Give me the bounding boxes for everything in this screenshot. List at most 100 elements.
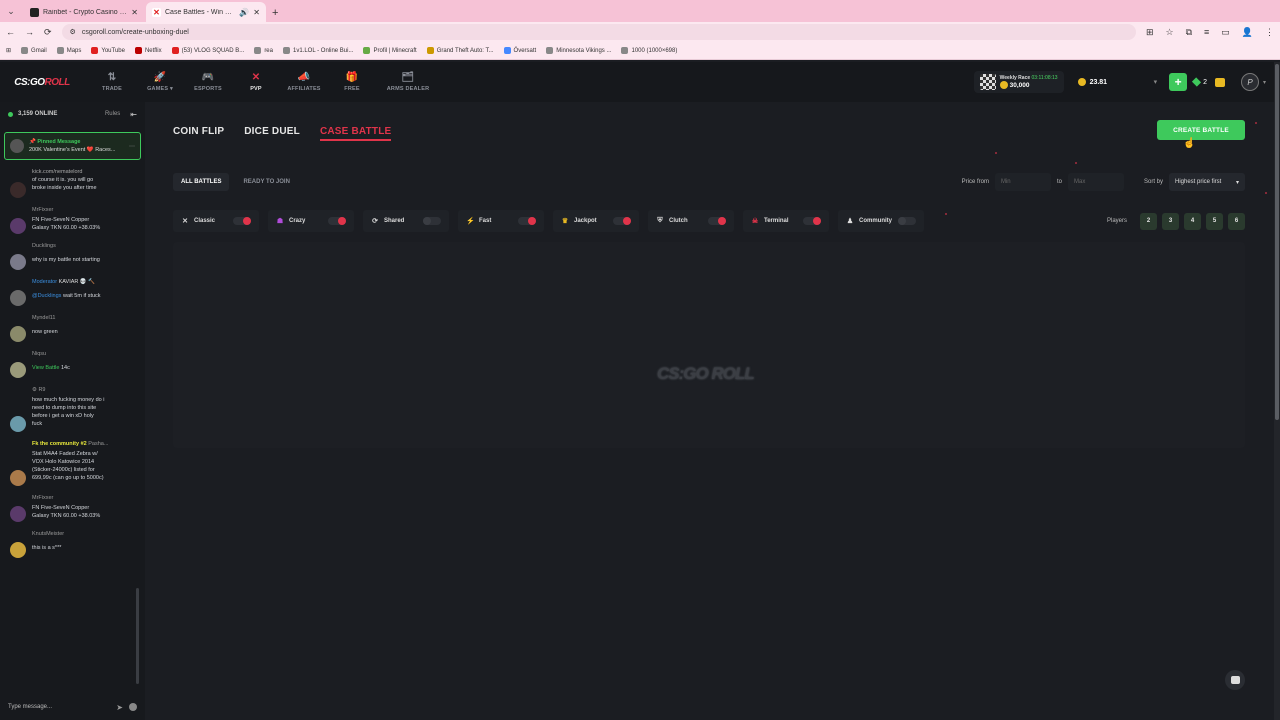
bookmark-item[interactable]: 1v1.LOL - Online Bui... bbox=[282, 47, 353, 54]
bookmark-star-icon[interactable]: ☆ bbox=[1165, 27, 1173, 38]
classic-toggle[interactable] bbox=[233, 217, 251, 225]
players-3-button[interactable]: 3 bbox=[1162, 212, 1179, 230]
players-6-button[interactable]: 6 bbox=[1228, 212, 1245, 230]
collapse-chat-icon[interactable]: ⇤ bbox=[130, 110, 137, 119]
browser-menu-icon[interactable]: ⋮ bbox=[1265, 27, 1274, 38]
reload-icon[interactable]: ⟳ bbox=[44, 27, 52, 38]
chevron-down-icon[interactable]: ▾ bbox=[1154, 78, 1158, 86]
filter-all-battles[interactable]: ALL BATTLES bbox=[173, 173, 230, 191]
chat-scrollbar[interactable] bbox=[136, 588, 139, 684]
nav-trade[interactable]: ⇅ TRADE bbox=[88, 72, 136, 92]
mode-jackpot[interactable]: ♛ Jackpot bbox=[553, 210, 639, 232]
players-4-button[interactable]: 4 bbox=[1184, 212, 1201, 230]
nav-affiliates[interactable]: 📣 AFFILIATES bbox=[280, 72, 328, 92]
bookmark-item[interactable]: YouTube bbox=[91, 47, 125, 54]
gems-display[interactable]: 2 bbox=[1191, 77, 1207, 87]
mode-terminal[interactable]: ☠ Terminal bbox=[743, 210, 829, 232]
bookmark-item[interactable]: Maps bbox=[56, 47, 81, 54]
mode-community[interactable]: ♟ Community bbox=[838, 210, 924, 232]
bookmark-item[interactable]: Gmail bbox=[21, 47, 47, 54]
new-tab-button[interactable]: + bbox=[266, 7, 286, 22]
site-info-icon[interactable]: ⚙ bbox=[70, 28, 76, 36]
jackpot-toggle[interactable] bbox=[613, 217, 631, 225]
rewards-chest-icon[interactable] bbox=[1214, 77, 1225, 87]
mode-shared[interactable]: ⟳ Shared bbox=[363, 210, 449, 232]
price-max-input[interactable]: Max bbox=[1067, 173, 1124, 191]
chat-input[interactable]: Type message... ➤ bbox=[0, 694, 145, 720]
mode-crazy[interactable]: ☗ Crazy bbox=[268, 210, 354, 232]
nav-free[interactable]: 🎁 FREE bbox=[328, 72, 376, 92]
chat-username[interactable]: KnutsMeister bbox=[0, 528, 138, 540]
address-bar[interactable]: ⚙ csgoroll.com/create-unboxing-duel bbox=[61, 24, 1136, 40]
weekly-race-widget[interactable]: Weekly Race 03:11:08:13 30,000 bbox=[973, 71, 1064, 93]
chat-username[interactable]: MrFixxer bbox=[0, 204, 138, 216]
players-2-button[interactable]: 2 bbox=[1140, 212, 1157, 230]
apps-grid-icon[interactable]: ⊞ bbox=[6, 47, 11, 54]
bookmark-item[interactable]: Netflix bbox=[134, 47, 162, 54]
deposit-plus-button[interactable]: + bbox=[1169, 73, 1188, 91]
chat-username[interactable]: Moderator KAVIAR 💀 🔨 bbox=[0, 276, 138, 288]
chat-rules-link[interactable]: Rules bbox=[105, 111, 120, 117]
crazy-toggle[interactable] bbox=[328, 217, 346, 225]
user-avatar[interactable]: P bbox=[1240, 73, 1259, 91]
extensions-icon[interactable]: ⧉ bbox=[1186, 27, 1192, 38]
profile-icon[interactable]: 👤 bbox=[1242, 27, 1253, 38]
close-tab-icon[interactable]: ✕ bbox=[253, 8, 260, 17]
clutch-toggle[interactable] bbox=[708, 217, 726, 225]
media-icon[interactable]: ≡ bbox=[1204, 27, 1209, 38]
chat-username[interactable]: Fk the community #2 Pasha... bbox=[0, 438, 138, 450]
browser-tab-case-battles[interactable]: ✕ Case Battles - Win Counter 🔊 ✕ bbox=[146, 2, 266, 22]
emoji-icon[interactable] bbox=[129, 703, 137, 711]
send-icon[interactable]: ➤ bbox=[116, 703, 123, 712]
back-icon[interactable]: ← bbox=[6, 27, 15, 37]
csgoroll-logo[interactable]: CS:GO ROLL bbox=[14, 72, 70, 92]
bookmark-item[interactable]: 1000 (1000×698) bbox=[621, 47, 677, 54]
more-icon[interactable]: ⋯ bbox=[129, 143, 135, 150]
sidebar-icon[interactable]: ▭ bbox=[1221, 27, 1230, 38]
nav-games[interactable]: 🚀 GAMES ▾ bbox=[136, 72, 184, 92]
bookmark-item[interactable]: (53) VLOG SQUAD B... bbox=[171, 47, 244, 54]
view-battle-link[interactable]: View Battle bbox=[32, 365, 59, 371]
chat-messages[interactable]: kick.com/nematelord of course it is. you … bbox=[0, 168, 138, 692]
chat-username[interactable]: MrFixxer bbox=[0, 492, 138, 504]
create-battle-button[interactable]: CREATE BATTLE bbox=[1157, 120, 1245, 140]
nav-arms-dealer[interactable]: 🗂 ARMS DEALER bbox=[376, 72, 440, 92]
bookmark-item[interactable]: Översatt bbox=[503, 47, 536, 54]
mode-fast[interactable]: ⚡ Fast bbox=[458, 210, 544, 232]
support-chat-button[interactable] bbox=[1225, 670, 1245, 690]
tab-search-icon[interactable]: ⌄ bbox=[0, 0, 22, 22]
balance-display[interactable]: 23.81 bbox=[1077, 78, 1154, 86]
bookmark-item[interactable]: Profil | Minecraft bbox=[363, 47, 417, 54]
chat-username[interactable]: Myndel11 bbox=[0, 312, 138, 324]
tab-dice-duel[interactable]: DICE DUEL bbox=[244, 126, 300, 141]
fast-toggle[interactable] bbox=[518, 217, 536, 225]
scrollbar-thumb[interactable] bbox=[1275, 64, 1279, 420]
community-toggle[interactable] bbox=[898, 217, 916, 225]
sort-dropdown[interactable]: Highest price first ▾ bbox=[1169, 173, 1245, 191]
mode-clutch[interactable]: ⛨ Clutch bbox=[648, 210, 734, 232]
chat-username[interactable]: Niqsu bbox=[0, 348, 138, 360]
nav-pvp[interactable]: ✕ PVP bbox=[232, 72, 280, 92]
bookmark-item[interactable]: Grand Theft Auto: T... bbox=[426, 47, 494, 54]
tab-coin-flip[interactable]: COIN FLIP bbox=[173, 126, 224, 141]
close-tab-icon[interactable]: ✕ bbox=[131, 8, 138, 17]
forward-icon[interactable]: → bbox=[25, 27, 34, 37]
page-scrollbar[interactable] bbox=[1274, 62, 1280, 720]
mode-classic[interactable]: ✕ Classic bbox=[173, 210, 259, 232]
browser-tab-rainbet[interactable]: Rainbet - Crypto Casino & Spo ✕ bbox=[24, 2, 144, 22]
price-min-input[interactable]: Min bbox=[994, 173, 1051, 191]
nav-esports[interactable]: 🎮 ESPORTS bbox=[184, 72, 232, 92]
filter-ready-to-join[interactable]: READY TO JOIN bbox=[235, 173, 297, 191]
players-5-button[interactable]: 5 bbox=[1206, 212, 1223, 230]
mention[interactable]: @Ducklings bbox=[32, 293, 61, 299]
tab-case-battle[interactable]: CASE BATTLE bbox=[319, 126, 392, 141]
shared-toggle[interactable] bbox=[423, 217, 441, 225]
chevron-down-icon[interactable]: ▾ bbox=[1263, 79, 1266, 86]
bookmark-item[interactable]: rea bbox=[254, 47, 273, 54]
pinned-message[interactable]: 📌 Pinned Message 200K Valentine's Event … bbox=[4, 132, 141, 160]
chat-username[interactable]: ⚙ R9 bbox=[0, 384, 138, 396]
install-icon[interactable]: ⊞ bbox=[1146, 27, 1154, 38]
bookmark-item[interactable]: Minnesota Vikings ... bbox=[546, 47, 611, 54]
chat-username[interactable]: Ducklings bbox=[0, 240, 138, 252]
speaker-icon[interactable]: 🔊 bbox=[239, 8, 249, 17]
